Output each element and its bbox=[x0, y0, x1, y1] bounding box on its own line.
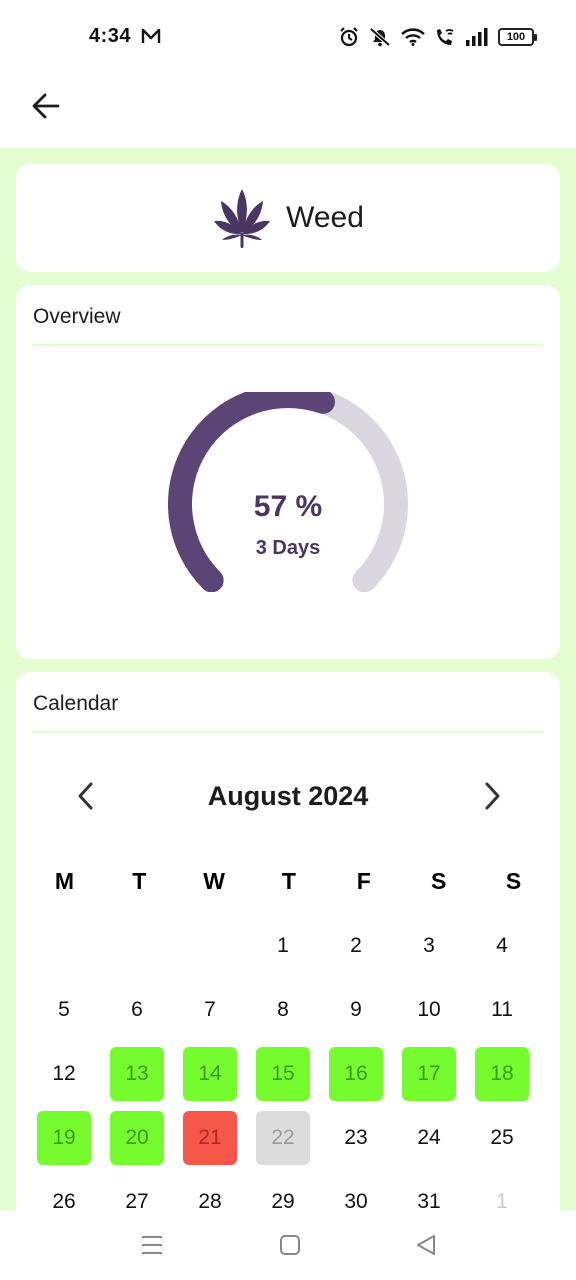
calendar-day[interactable]: 23 bbox=[329, 1111, 383, 1165]
calendar-day[interactable]: 10 bbox=[402, 983, 456, 1037]
content-area: Weed Overview 57 % 3 Days Calendar Augus… bbox=[0, 148, 576, 1210]
chevron-right-icon bbox=[485, 782, 500, 810]
calendar-card: Calendar August 2024 M T W T F S S 12 3 … bbox=[16, 672, 560, 1210]
arrow-left-icon bbox=[32, 93, 60, 119]
next-month-button[interactable] bbox=[474, 778, 510, 814]
battery-icon: 100 bbox=[498, 28, 537, 46]
calendar-day[interactable]: 15 bbox=[256, 1047, 310, 1101]
habit-title-card: Weed bbox=[16, 164, 560, 272]
wifi-icon bbox=[401, 28, 425, 46]
calendar-day[interactable]: 20 bbox=[110, 1111, 164, 1165]
calendar-nav: August 2024 bbox=[16, 772, 560, 822]
weekday-label: S bbox=[505, 868, 522, 894]
calendar-day[interactable]: 26 bbox=[37, 1175, 91, 1210]
calendar-day[interactable]: 16 bbox=[329, 1047, 383, 1101]
calendar-day[interactable]: 13 bbox=[110, 1047, 164, 1101]
app-bar bbox=[0, 74, 576, 148]
system-nav-bar bbox=[0, 1210, 576, 1280]
weekday-label: T bbox=[281, 868, 296, 894]
calendar-day[interactable]: 28 bbox=[183, 1175, 237, 1210]
divider bbox=[32, 344, 544, 346]
calendar-day[interactable]: 6 bbox=[110, 983, 164, 1037]
calendar-day[interactable]: 25 bbox=[475, 1111, 529, 1165]
calendar-day[interactable]: 27 bbox=[110, 1175, 164, 1210]
calendar-day[interactable]: 1 bbox=[475, 1175, 529, 1210]
wifi-call-icon bbox=[437, 29, 454, 45]
weekday-header: M T W T F S S bbox=[27, 868, 551, 895]
calendar-day-empty bbox=[183, 919, 237, 973]
overview-card: Overview 57 % 3 Days bbox=[16, 285, 560, 659]
calendar-day[interactable]: 9 bbox=[329, 983, 383, 1037]
calendar-day-empty bbox=[37, 919, 91, 973]
calendar-day[interactable]: 18 bbox=[475, 1047, 529, 1101]
calendar-day[interactable]: 30 bbox=[329, 1175, 383, 1210]
calendar-header: Calendar bbox=[33, 692, 119, 715]
weekday-label: S bbox=[430, 868, 447, 894]
habit-title: Weed bbox=[286, 201, 364, 234]
progress-days: 3 Days bbox=[255, 537, 321, 559]
weekday-label: F bbox=[356, 868, 371, 894]
calendar-day[interactable]: 24 bbox=[402, 1111, 456, 1165]
progress-percent: 57 % bbox=[253, 490, 323, 523]
calendar-day[interactable]: 11 bbox=[475, 983, 529, 1037]
weekday-label: T bbox=[132, 868, 147, 894]
calendar-day[interactable]: 29 bbox=[256, 1175, 310, 1210]
calendar-day[interactable]: 21 bbox=[183, 1111, 237, 1165]
back-nav-button[interactable] bbox=[406, 1230, 446, 1260]
calendar-day[interactable]: 3 bbox=[402, 919, 456, 973]
calendar-day[interactable]: 7 bbox=[183, 983, 237, 1037]
home-icon bbox=[280, 1235, 300, 1255]
weekday-label: M bbox=[54, 868, 74, 894]
calendar-day[interactable]: 2 bbox=[329, 919, 383, 973]
status-icons: 100 bbox=[339, 26, 537, 48]
mute-icon bbox=[369, 27, 391, 47]
status-bar: 4:34 100 bbox=[0, 0, 576, 74]
recents-button[interactable] bbox=[132, 1230, 172, 1260]
weekday-label: W bbox=[203, 868, 225, 894]
calendar-day[interactable]: 4 bbox=[475, 919, 529, 973]
calendar-day[interactable]: 22 bbox=[256, 1111, 310, 1165]
calendar-day-empty bbox=[110, 919, 164, 973]
calendar-day[interactable]: 19 bbox=[37, 1111, 91, 1165]
alarm-icon bbox=[340, 27, 358, 47]
mail-icon bbox=[141, 28, 161, 43]
menu-icon bbox=[142, 1236, 162, 1254]
calendar-day[interactable]: 31 bbox=[402, 1175, 456, 1210]
home-button[interactable] bbox=[270, 1230, 310, 1260]
calendar-day[interactable]: 5 bbox=[37, 983, 91, 1037]
status-time: 4:34 bbox=[89, 25, 132, 47]
calendar-day-grid: 1 2 3 4 5 6 7 8 9 10 11 12 13 14 15 16 17 18 19 20 21 22 23 24 2… bbox=[37, 919, 548, 1210]
signal-icon bbox=[466, 28, 488, 46]
calendar-day[interactable]: 17 bbox=[402, 1047, 456, 1101]
overview-header: Overview bbox=[33, 305, 121, 328]
back-icon bbox=[417, 1235, 435, 1255]
calendar-day[interactable]: 1 bbox=[256, 919, 310, 973]
calendar-day[interactable]: 8 bbox=[256, 983, 310, 1037]
calendar-day[interactable]: 14 bbox=[183, 1047, 237, 1101]
back-button[interactable] bbox=[26, 86, 66, 126]
calendar-day[interactable]: 12 bbox=[37, 1047, 91, 1101]
cannabis-leaf-icon bbox=[214, 189, 271, 248]
divider bbox=[32, 731, 544, 733]
